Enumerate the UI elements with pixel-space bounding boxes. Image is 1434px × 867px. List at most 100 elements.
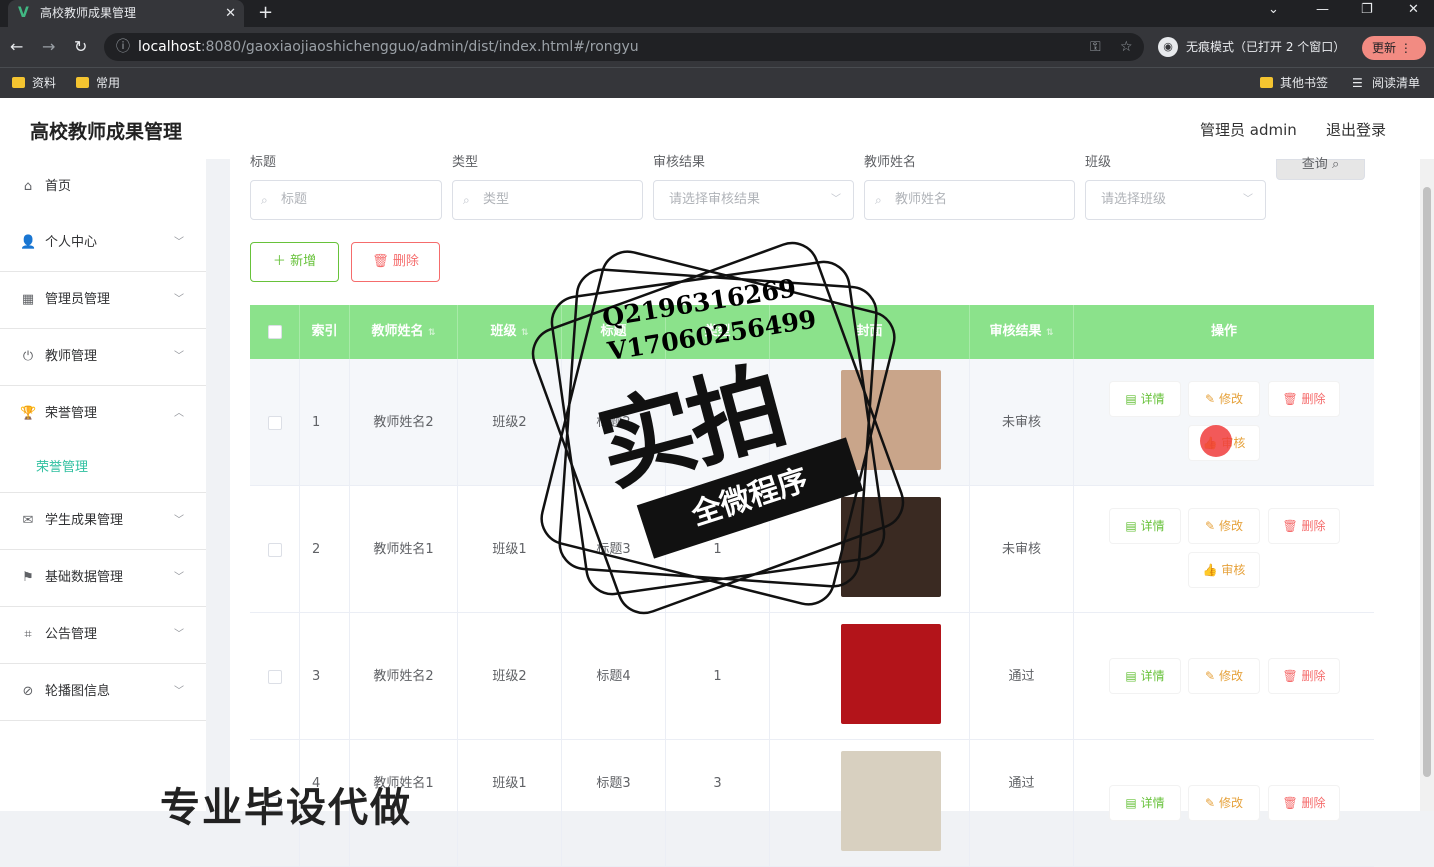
reload-icon[interactable]: ↻ xyxy=(74,37,87,56)
bookmark-folder[interactable]: 常用 xyxy=(76,74,120,92)
sidebar-item-label: 学生成果管理 xyxy=(45,513,124,528)
flag-icon: ⚑ xyxy=(22,570,34,585)
click-indicator xyxy=(1200,425,1232,457)
tab-title: 高校教师成果管理 xyxy=(40,6,137,20)
type-search-input[interactable]: ⌕ 类型 xyxy=(452,180,643,220)
close-tab-icon[interactable]: ✕ xyxy=(225,0,236,27)
file-icon: ▤ xyxy=(1125,392,1137,406)
url-field[interactable]: ⓘ localhost:8080/gaoxiaojiaoshichengguo/… xyxy=(104,33,1144,61)
audit-result-select[interactable]: 请选择审核结果 ﹀ xyxy=(653,180,854,220)
sidebar-item-honors[interactable]: 🏆 荣誉管理 ︿ xyxy=(0,386,206,443)
window-close-icon[interactable]: ✕ xyxy=(1408,2,1419,17)
row-checkbox[interactable] xyxy=(267,669,282,684)
modify-label: 修改 xyxy=(1218,519,1243,533)
modify-button[interactable]: ✎ 修改 xyxy=(1189,786,1259,820)
modify-button[interactable]: ✎ 修改 xyxy=(1189,509,1259,543)
edit-icon: ✎ xyxy=(1205,669,1216,683)
cover-image[interactable] xyxy=(841,497,941,597)
file-icon: ▤ xyxy=(1125,669,1137,683)
detail-button[interactable]: ▤ 详情 xyxy=(1110,382,1180,416)
header-audit[interactable]: 审核结果 ⇅ xyxy=(970,305,1074,359)
delete-button[interactable]: 🗑 删除 xyxy=(1269,509,1339,543)
cover-image[interactable] xyxy=(841,624,941,724)
modify-button[interactable]: ✎ 修改 xyxy=(1189,382,1259,416)
delete-button[interactable]: 🗑 删除 xyxy=(1269,382,1339,416)
detail-button[interactable]: ▤ 详情 xyxy=(1110,659,1180,693)
cover-image[interactable] xyxy=(841,751,941,851)
chevron-up-icon: ︿ xyxy=(174,408,184,419)
sidebar-item-home[interactable]: ⌂ 首页 xyxy=(0,159,206,215)
bookmark-folder[interactable]: 资料 xyxy=(12,74,56,92)
delete-button[interactable]: 🗑 删除 xyxy=(1269,659,1339,693)
incognito-indicator[interactable]: ◉ 无痕模式（已打开 2 个窗口） xyxy=(1156,33,1345,61)
cover-image[interactable] xyxy=(841,370,941,470)
sidebar-item-base-data[interactable]: ⚑ 基础数据管理 ﹀ xyxy=(0,550,206,607)
row-checkbox-cell[interactable] xyxy=(250,359,300,486)
update-button[interactable]: 更新 ⋮ xyxy=(1362,36,1426,60)
browser-tab[interactable]: V 高校教师成果管理 ✕ xyxy=(8,0,244,27)
header-index[interactable]: 索引 xyxy=(300,305,350,359)
delete-button[interactable]: 🗑 删除 xyxy=(1269,786,1339,820)
header-teacher[interactable]: 教师姓名 ⇅ xyxy=(350,305,458,359)
modify-label: 修改 xyxy=(1218,669,1243,683)
add-button[interactable]: ＋ 新增 xyxy=(250,242,339,282)
forward-icon[interactable]: → xyxy=(42,37,55,56)
tab-search-icon[interactable]: ⌄ xyxy=(1268,2,1279,17)
batch-delete-button[interactable]: 🗑 删除 xyxy=(351,242,440,282)
logout-link[interactable]: 退出登录 xyxy=(1326,119,1386,140)
detail-label: 详情 xyxy=(1140,392,1165,406)
page-scrollbar[interactable] xyxy=(1420,159,1434,811)
cell-teacher: 教师姓名1 xyxy=(350,486,458,613)
sidebar-item-student-results[interactable]: ✉ 学生成果管理 ﹀ xyxy=(0,493,206,550)
trash-icon: 🗑 xyxy=(1282,519,1298,533)
filter-label-title: 标题 xyxy=(250,155,277,170)
sidebar-item-notices[interactable]: ⌗ 公告管理 ﹀ xyxy=(0,607,206,664)
grid-icon: ▦ xyxy=(21,292,35,307)
sidebar-item-label: 教师管理 xyxy=(45,349,98,364)
star-icon[interactable]: ☆ xyxy=(1120,33,1133,61)
new-tab-icon[interactable]: + xyxy=(258,2,273,23)
select-all-checkbox-cell[interactable] xyxy=(250,305,300,359)
row-checkbox[interactable] xyxy=(267,415,282,430)
restore-icon[interactable]: ❐ xyxy=(1361,2,1373,17)
detail-button[interactable]: ▤ 详情 xyxy=(1110,509,1180,543)
sidebar-item-admins[interactable]: ▦ 管理员管理 ﹀ xyxy=(0,272,206,329)
teacher-search-input[interactable]: ⌕ 教师姓名 xyxy=(864,180,1075,220)
delete-label: 删除 xyxy=(392,254,419,269)
edit-icon: ✎ xyxy=(1205,519,1216,533)
delete-label: 删除 xyxy=(1301,519,1326,533)
scrollbar-thumb[interactable] xyxy=(1423,187,1431,777)
chevron-down-icon: ﹀ xyxy=(831,194,841,205)
row-checkbox-cell[interactable] xyxy=(250,486,300,613)
minimize-icon[interactable]: — xyxy=(1316,2,1329,17)
key-icon[interactable]: ⚿ xyxy=(1090,33,1101,61)
cell-class: 班级1 xyxy=(458,486,562,613)
title-search-input[interactable]: ⌕ 标题 xyxy=(250,180,442,220)
back-icon[interactable]: ← xyxy=(10,37,23,56)
sidebar-item-teachers[interactable]: ⏻ 教师管理 ﹀ xyxy=(0,329,206,386)
sort-icon[interactable]: ⇅ xyxy=(521,328,529,338)
reading-list[interactable]: ☰ 阅读清单 xyxy=(1352,74,1420,92)
chevron-down-icon: ﹀ xyxy=(174,515,184,526)
submenu-item-honors[interactable]: 荣誉管理 xyxy=(0,443,206,493)
row-checkbox-cell[interactable] xyxy=(250,613,300,740)
modify-button[interactable]: ✎ 修改 xyxy=(1189,659,1259,693)
plus-icon: ＋ xyxy=(272,254,286,269)
sort-icon[interactable]: ⇅ xyxy=(1046,328,1054,338)
delete-label: 删除 xyxy=(1301,796,1326,810)
sort-icon[interactable]: ⇅ xyxy=(428,328,436,338)
query-button[interactable]: 查询 ⌕ xyxy=(1276,158,1365,180)
sidebar-item-personal[interactable]: 👤 个人中心 ﹀ xyxy=(0,215,206,272)
class-select[interactable]: 请选择班级 ﹀ xyxy=(1085,180,1266,220)
bookmark-folder-other[interactable]: 其他书签 xyxy=(1260,74,1328,92)
row-checkbox[interactable] xyxy=(267,542,282,557)
detail-label: 详情 xyxy=(1140,669,1165,683)
site-info-icon[interactable]: ⓘ xyxy=(116,33,130,61)
select-all-checkbox[interactable] xyxy=(267,324,282,339)
sidebar-item-carousel[interactable]: ⊘ 轮播图信息 ﹀ xyxy=(0,664,206,721)
reading-list-icon: ☰ xyxy=(1352,76,1363,90)
mail-icon: ✉ xyxy=(22,513,34,528)
header-class[interactable]: 班级 ⇅ xyxy=(458,305,562,359)
detail-button[interactable]: ▤ 详情 xyxy=(1110,786,1180,820)
audit-button[interactable]: 👍 审核 xyxy=(1189,553,1259,587)
